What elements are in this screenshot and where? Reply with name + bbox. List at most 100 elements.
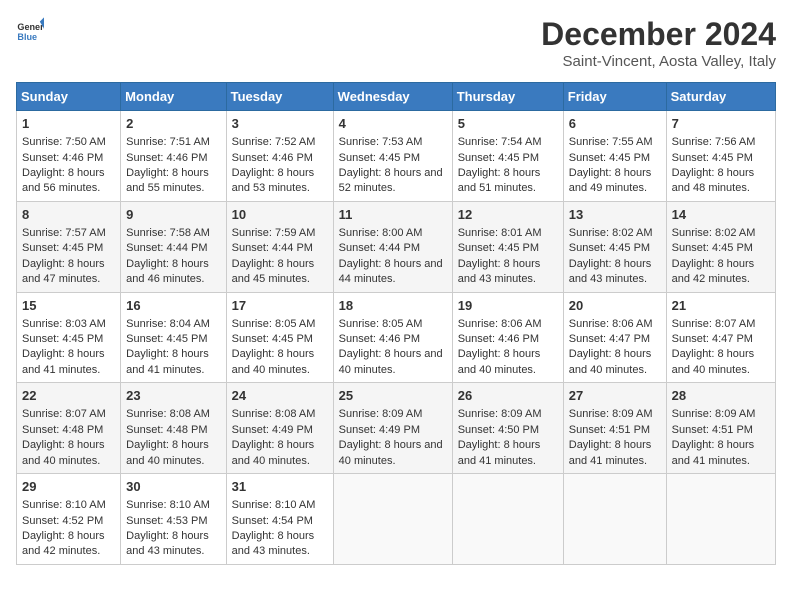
day-number: 7 xyxy=(672,115,770,133)
calendar-cell: 8Sunrise: 7:57 AMSunset: 4:45 PMDaylight… xyxy=(17,201,121,292)
calendar-cell: 1Sunrise: 7:50 AMSunset: 4:46 PMDaylight… xyxy=(17,111,121,202)
calendar-cell: 25Sunrise: 8:09 AMSunset: 4:49 PMDayligh… xyxy=(333,383,452,474)
sunset-time: Sunset: 4:46 PM xyxy=(339,332,447,347)
sunset-time: Sunset: 4:45 PM xyxy=(569,151,661,166)
calendar-cell: 12Sunrise: 8:01 AMSunset: 4:45 PMDayligh… xyxy=(452,201,563,292)
calendar-cell: 16 Sunrise: 8:04 AMSunset: 4:45 PMDayligh… xyxy=(121,292,226,383)
sunset-time: Sunset: 4:45 PM xyxy=(22,332,115,347)
svg-text:General: General xyxy=(17,22,44,32)
sunset-time: Sunset: 4:45 PM xyxy=(458,241,558,256)
sunset-time: Sunset: 4:45 PM xyxy=(22,241,115,256)
calendar-cell xyxy=(563,474,666,565)
calendar-cell: 28Sunrise: 8:09 AMSunset: 4:51 PMDayligh… xyxy=(666,383,775,474)
day-number: 18 xyxy=(339,297,447,315)
daylight-hours: Daylight: 8 hours and 49 minutes. xyxy=(569,166,661,197)
calendar-cell: 18 Sunrise: 8:05 AMSunset: 4:46 PMDayligh… xyxy=(333,292,452,383)
sunset-time: Sunset: 4:54 PM xyxy=(232,514,328,529)
sunrise-time: Sunrise: 8:10 AM xyxy=(126,498,220,513)
calendar-cell xyxy=(333,474,452,565)
calendar-cell: 9Sunrise: 7:58 AMSunset: 4:44 PMDaylight… xyxy=(121,201,226,292)
svg-text:Blue: Blue xyxy=(17,32,37,42)
sunrise-time: Sunrise: 8:04 AM xyxy=(126,317,220,332)
week-row-3: 15Sunrise: 8:03 AMSunset: 4:45 PMDayligh… xyxy=(17,292,776,383)
daylight-hours: Daylight: 8 hours and 40 minutes. xyxy=(22,438,115,469)
daylight-hours: Daylight: 8 hours and 40 minutes. xyxy=(339,347,447,378)
sunrise-time: Sunrise: 8:09 AM xyxy=(458,407,558,422)
day-number: 3 xyxy=(232,115,328,133)
daylight-hours: Daylight: 8 hours and 41 minutes. xyxy=(126,347,220,378)
sunrise-time: Sunrise: 7:57 AM xyxy=(22,226,115,241)
calendar-cell: 23Sunrise: 8:08 AMSunset: 4:48 PMDayligh… xyxy=(121,383,226,474)
sunset-time: Sunset: 4:46 PM xyxy=(22,151,115,166)
daylight-hours: Daylight: 8 hours and 42 minutes. xyxy=(22,529,115,560)
daylight-hours: Daylight: 8 hours and 56 minutes. xyxy=(22,166,115,197)
daylight-hours: Daylight: 8 hours and 43 minutes. xyxy=(569,257,661,288)
sunrise-time: Sunrise: 8:09 AM xyxy=(339,407,447,422)
page-subtitle: Saint-Vincent, Aosta Valley, Italy xyxy=(541,53,776,70)
sunrise-time: Sunrise: 8:10 AM xyxy=(232,498,328,513)
day-number: 19 xyxy=(458,297,558,315)
header-cell-saturday: Saturday xyxy=(666,83,775,111)
day-number: 17 xyxy=(232,297,328,315)
calendar-cell: 14Sunrise: 8:02 AMSunset: 4:45 PMDayligh… xyxy=(666,201,775,292)
day-number: 1 xyxy=(22,115,115,133)
header-cell-tuesday: Tuesday xyxy=(226,83,333,111)
day-number: 16 xyxy=(126,297,220,315)
sunset-time: Sunset: 4:47 PM xyxy=(672,332,770,347)
day-number: 10 xyxy=(232,206,328,224)
day-number: 13 xyxy=(569,206,661,224)
day-number: 15 xyxy=(22,297,115,315)
calendar-cell: 7Sunrise: 7:56 AMSunset: 4:45 PMDaylight… xyxy=(666,111,775,202)
sunrise-time: Sunrise: 8:02 AM xyxy=(672,226,770,241)
sunrise-time: Sunrise: 8:08 AM xyxy=(126,407,220,422)
header-cell-friday: Friday xyxy=(563,83,666,111)
daylight-hours: Daylight: 8 hours and 43 minutes. xyxy=(232,529,328,560)
daylight-hours: Daylight: 8 hours and 45 minutes. xyxy=(232,257,328,288)
calendar-cell: 19Sunrise: 8:06 AMSunset: 4:46 PMDayligh… xyxy=(452,292,563,383)
sunset-time: Sunset: 4:44 PM xyxy=(126,241,220,256)
day-number: 6 xyxy=(569,115,661,133)
sunset-time: Sunset: 4:49 PM xyxy=(339,423,447,438)
header-cell-thursday: Thursday xyxy=(452,83,563,111)
calendar-cell: 5Sunrise: 7:54 AMSunset: 4:45 PMDaylight… xyxy=(452,111,563,202)
header-cell-sunday: Sunday xyxy=(17,83,121,111)
sunrise-time: Sunrise: 8:05 AM xyxy=(339,317,447,332)
calendar-cell: 6Sunrise: 7:55 AMSunset: 4:45 PMDaylight… xyxy=(563,111,666,202)
daylight-hours: Daylight: 8 hours and 41 minutes. xyxy=(22,347,115,378)
calendar-cell: 2Sunrise: 7:51 AMSunset: 4:46 PMDaylight… xyxy=(121,111,226,202)
day-number: 27 xyxy=(569,387,661,405)
day-number: 5 xyxy=(458,115,558,133)
calendar-cell: 4Sunrise: 7:53 AMSunset: 4:45 PMDaylight… xyxy=(333,111,452,202)
sunrise-time: Sunrise: 8:06 AM xyxy=(458,317,558,332)
day-number: 31 xyxy=(232,478,328,496)
sunset-time: Sunset: 4:50 PM xyxy=(458,423,558,438)
sunset-time: Sunset: 4:44 PM xyxy=(339,241,447,256)
daylight-hours: Daylight: 8 hours and 52 minutes. xyxy=(339,166,447,197)
day-number: 11 xyxy=(339,206,447,224)
daylight-hours: Daylight: 8 hours and 55 minutes. xyxy=(126,166,220,197)
day-number: 12 xyxy=(458,206,558,224)
calendar-cell: 22Sunrise: 8:07 AMSunset: 4:48 PMDayligh… xyxy=(17,383,121,474)
sunset-time: Sunset: 4:53 PM xyxy=(126,514,220,529)
sunset-time: Sunset: 4:45 PM xyxy=(458,151,558,166)
sunset-time: Sunset: 4:51 PM xyxy=(672,423,770,438)
sunset-time: Sunset: 4:45 PM xyxy=(126,332,220,347)
day-number: 22 xyxy=(22,387,115,405)
calendar-cell: 10Sunrise: 7:59 AMSunset: 4:44 PMDayligh… xyxy=(226,201,333,292)
sunset-time: Sunset: 4:52 PM xyxy=(22,514,115,529)
daylight-hours: Daylight: 8 hours and 41 minutes. xyxy=(672,438,770,469)
header: General Blue December 2024 Saint-Vincent… xyxy=(16,16,776,70)
daylight-hours: Daylight: 8 hours and 40 minutes. xyxy=(339,438,447,469)
day-number: 2 xyxy=(126,115,220,133)
calendar-cell: 30Sunrise: 8:10 AMSunset: 4:53 PMDayligh… xyxy=(121,474,226,565)
sunset-time: Sunset: 4:47 PM xyxy=(569,332,661,347)
day-number: 30 xyxy=(126,478,220,496)
daylight-hours: Daylight: 8 hours and 40 minutes. xyxy=(569,347,661,378)
sunset-time: Sunset: 4:46 PM xyxy=(126,151,220,166)
sunset-time: Sunset: 4:44 PM xyxy=(232,241,328,256)
week-row-1: 1Sunrise: 7:50 AMSunset: 4:46 PMDaylight… xyxy=(17,111,776,202)
day-number: 8 xyxy=(22,206,115,224)
sunrise-time: Sunrise: 8:00 AM xyxy=(339,226,447,241)
calendar-cell: 31 Sunrise: 8:10 AMSunset: 4:54 PMDayligh… xyxy=(226,474,333,565)
day-number: 23 xyxy=(126,387,220,405)
